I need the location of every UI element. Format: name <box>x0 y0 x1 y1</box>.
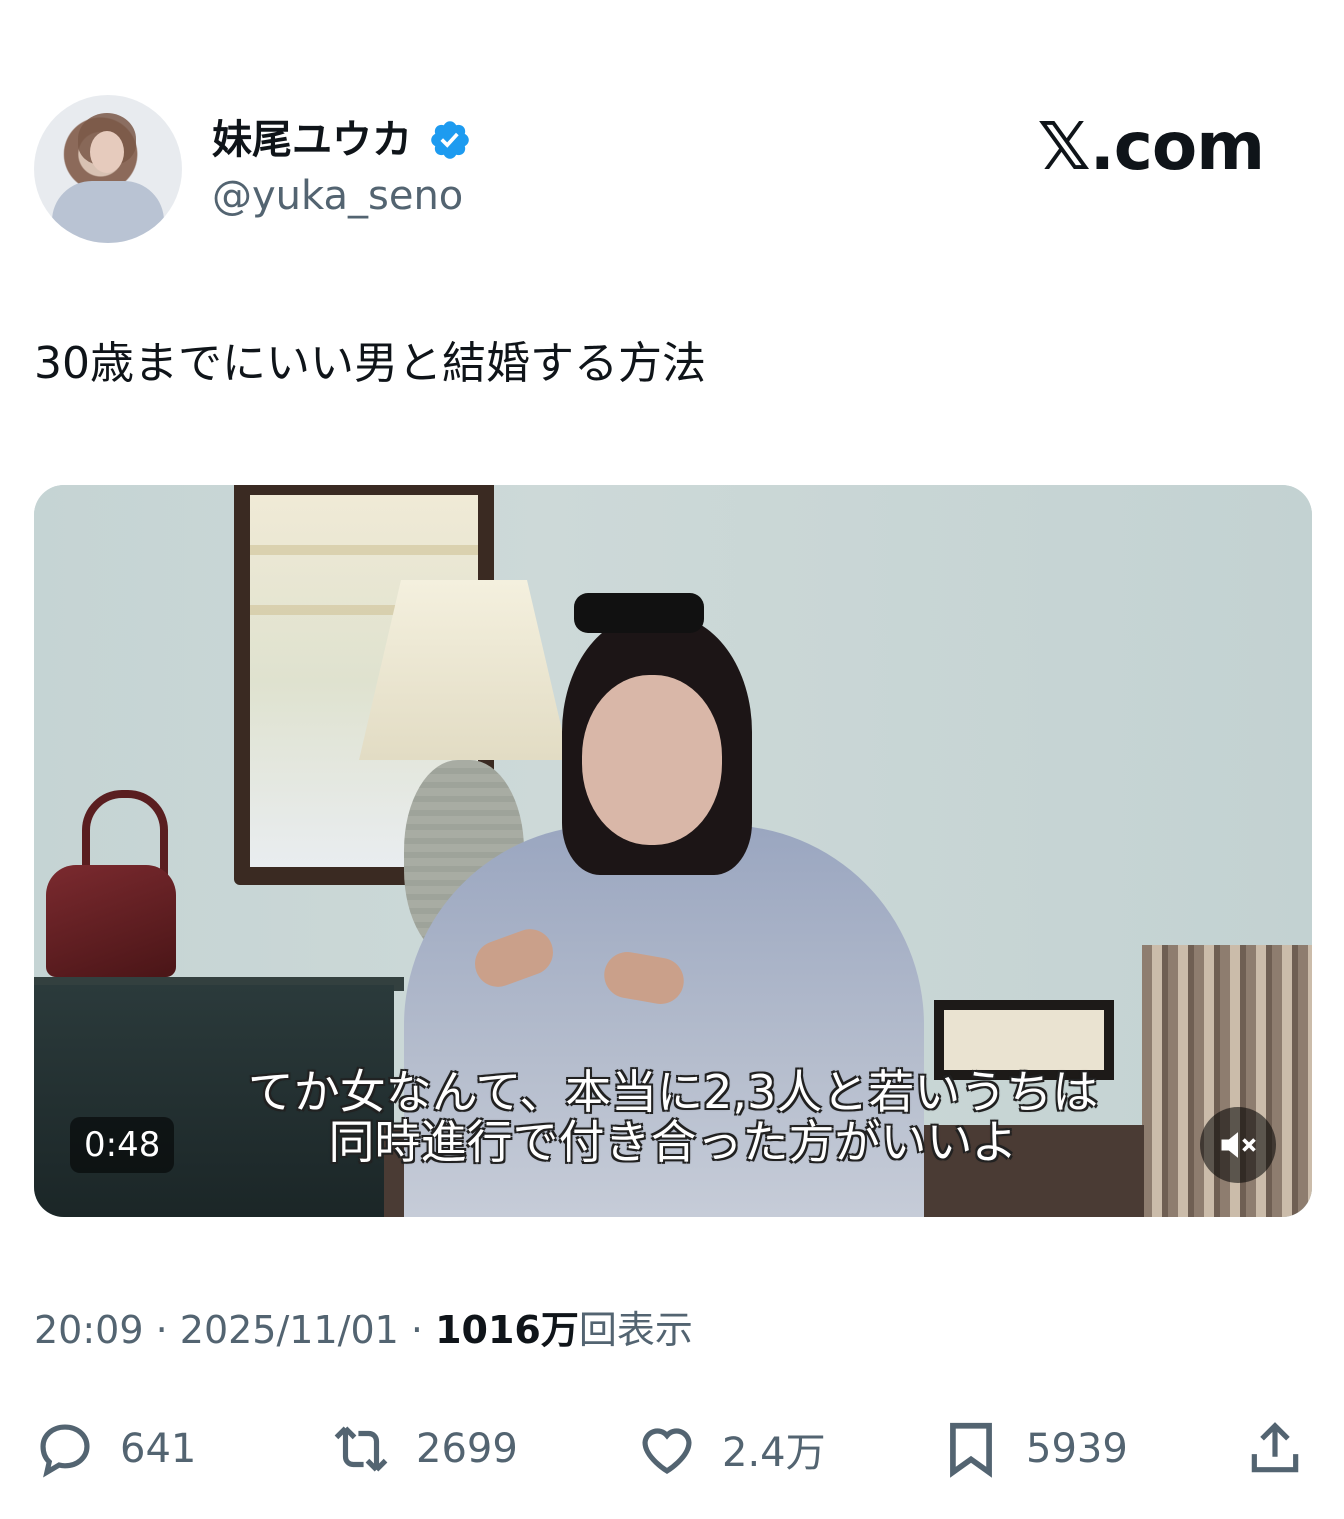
share-button[interactable] <box>1244 1418 1306 1480</box>
reply-count: 641 <box>120 1426 197 1472</box>
heart-icon <box>642 1428 692 1474</box>
reply-icon <box>40 1424 90 1478</box>
repost-count: 2699 <box>416 1426 518 1472</box>
user-handle[interactable]: @yuka_seno <box>212 170 472 222</box>
subtitle-line: 同時進行で付き合った方がいいよ <box>328 1115 1018 1169</box>
meta-separator: · <box>410 1308 436 1352</box>
user-names: 妹尾ユウカ @yuka_seno <box>212 116 472 222</box>
video-scene-blind <box>250 545 478 555</box>
share-icon <box>1251 1422 1299 1473</box>
muted-speaker-icon <box>1221 1132 1256 1158</box>
display-name[interactable]: 妹尾ユウカ <box>212 116 412 164</box>
verified-badge-icon <box>431 121 469 159</box>
video-subtitles: てか女なんて、本当に2,3人と若いうちは 同時進行で付き合った方がいいよ <box>34 1067 1312 1167</box>
tweet-time[interactable]: 20:09 <box>34 1308 144 1352</box>
meta-separator: · <box>155 1308 180 1352</box>
tweet-date[interactable]: 2025/11/01 <box>180 1308 399 1352</box>
video-scene-bag <box>46 865 176 977</box>
video-scene-sunglasses <box>574 593 704 633</box>
avatar-shirt <box>52 181 164 243</box>
avatar[interactable] <box>34 95 182 243</box>
tweet-meta: 20:09 · 2025/11/01 · 1016万回表示 <box>34 1306 693 1354</box>
display-name-row: 妹尾ユウカ <box>212 116 472 164</box>
subtitle-line: てか女なんて、本当に2,3人と若いうちは <box>247 1065 1099 1119</box>
repost-icon <box>334 1426 388 1472</box>
reply-button[interactable]: 641 <box>34 1418 196 1480</box>
video-scene-person-face <box>582 675 722 845</box>
action-bar: 641 2699 2.4万 5939 <box>34 1418 1312 1488</box>
x-logo: 𝕏.com <box>1037 108 1265 185</box>
unmute-button[interactable] <box>1200 1107 1276 1183</box>
tweet-header: 妹尾ユウカ @yuka_seno <box>34 95 472 243</box>
avatar-face <box>90 131 124 173</box>
video-duration: 0:48 <box>70 1117 175 1173</box>
bookmark-icon <box>950 1422 992 1478</box>
bookmark-count: 5939 <box>1026 1426 1128 1472</box>
view-label: 回表示 <box>578 1308 693 1352</box>
tweet-text: 30歳までにいい男と結婚する方法 <box>34 338 706 389</box>
like-count: 2.4万 <box>722 1430 826 1476</box>
video-player[interactable]: てか女なんて、本当に2,3人と若いうちは 同時進行で付き合った方がいいよ 0:4… <box>34 485 1312 1217</box>
repost-button[interactable]: 2699 <box>330 1418 518 1480</box>
like-button[interactable]: 2.4万 <box>636 1418 826 1480</box>
view-count: 1016万 <box>435 1308 579 1352</box>
bookmark-button[interactable]: 5939 <box>940 1418 1128 1480</box>
